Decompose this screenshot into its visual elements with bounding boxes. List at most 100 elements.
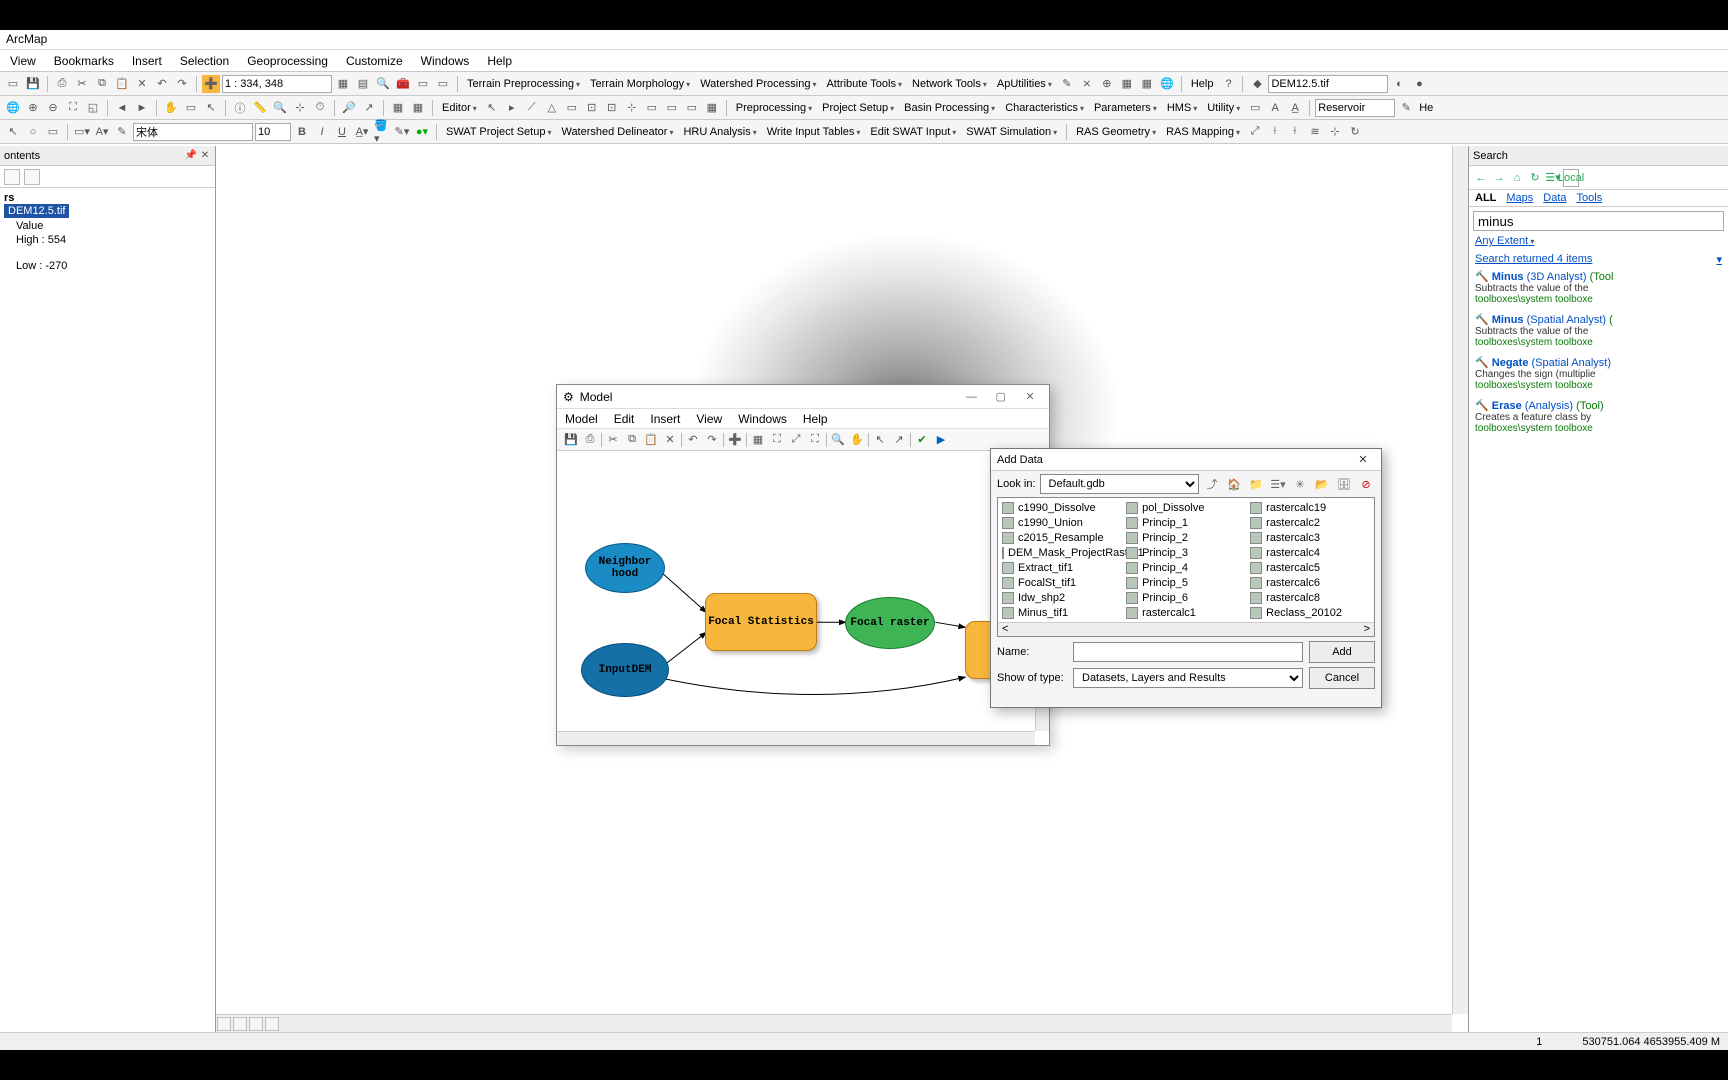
terrain-morphology-menu[interactable]: Terrain Morphology	[586, 78, 694, 90]
pointer-icon[interactable]: ↖	[202, 99, 220, 117]
undo-icon[interactable]: ↶	[153, 75, 171, 93]
node-focal-statistics[interactable]: Focal Statistics	[705, 593, 817, 651]
maximize-icon[interactable]: ▢	[988, 388, 1014, 404]
file-item[interactable]: Princip_4	[1122, 560, 1246, 575]
circle-icon[interactable]: ○	[24, 123, 42, 141]
tool-icon[interactable]: ▦	[1118, 75, 1136, 93]
write-input-tables-menu[interactable]: Write Input Tables	[763, 126, 865, 138]
model-hscroll[interactable]	[557, 731, 1035, 745]
home-icon[interactable]: ⌂	[1509, 170, 1525, 186]
file-item[interactable]: Reclass_20102	[1246, 605, 1370, 620]
auto-layout-icon[interactable]: ▦	[750, 432, 766, 448]
model-menu-windows[interactable]: Windows	[738, 412, 787, 426]
name-input[interactable]	[1073, 642, 1303, 662]
delete-icon[interactable]: ✕	[662, 432, 678, 448]
list-icon[interactable]: ☰▾	[1269, 475, 1287, 493]
pencil-icon[interactable]: ✎	[1397, 99, 1415, 117]
python-icon[interactable]: ▭	[414, 75, 432, 93]
validate-icon[interactable]: ✔	[914, 432, 930, 448]
characteristics-menu[interactable]: Characteristics	[1001, 102, 1088, 114]
paste-icon[interactable]: 📋	[643, 432, 659, 448]
file-item[interactable]: c2015_Resample	[998, 530, 1122, 545]
menu-customize[interactable]: Customize	[346, 54, 403, 68]
file-item[interactable]: c1990_Dissolve	[998, 500, 1122, 515]
edit-icon[interactable]: ▭	[563, 99, 581, 117]
file-item[interactable]: rastercalc6	[1246, 575, 1370, 590]
circle-icon[interactable]: ◐	[1390, 75, 1408, 93]
ras-icon[interactable]: ⤢	[1246, 123, 1264, 141]
watershed-processing-menu[interactable]: Watershed Processing	[696, 78, 820, 90]
ras-geometry-menu[interactable]: RAS Geometry	[1072, 126, 1160, 138]
ras-icon[interactable]: ↻	[1346, 123, 1364, 141]
help-icon[interactable]: ?	[1219, 75, 1237, 93]
run-icon[interactable]: ▶	[933, 432, 949, 448]
ras-icon[interactable]: ≋	[1306, 123, 1324, 141]
project-setup-menu[interactable]: Project Setup	[818, 102, 898, 114]
font-combo[interactable]	[133, 123, 253, 141]
ras-mapping-menu[interactable]: RAS Mapping	[1162, 126, 1244, 138]
tool-icon[interactable]: ▭	[1246, 99, 1264, 117]
layer-combo[interactable]	[1268, 75, 1388, 93]
model-menu-insert[interactable]: Insert	[650, 412, 680, 426]
network-tools-menu[interactable]: Network Tools	[908, 78, 991, 90]
model-menu-model[interactable]: Model	[565, 412, 598, 426]
hms-menu[interactable]: HMS	[1163, 102, 1201, 114]
linecolor-icon[interactable]: ✎▾	[393, 123, 411, 141]
arctoolbox-icon[interactable]: 🧰	[394, 75, 412, 93]
basin-processing-menu[interactable]: Basin Processing	[900, 102, 999, 114]
sort-icon[interactable]: ▾	[1716, 253, 1722, 266]
cancel-button[interactable]: Cancel	[1309, 667, 1375, 689]
zoom-in-icon[interactable]: ⤢	[788, 432, 804, 448]
vertical-scrollbar[interactable]	[1452, 146, 1468, 1014]
edit-tool-icon[interactable]: ↖	[483, 99, 501, 117]
cut-icon[interactable]: ✂	[605, 432, 621, 448]
scope-combo[interactable]: Local	[1563, 169, 1579, 187]
fontsize-combo[interactable]	[255, 123, 291, 141]
show-type-combo[interactable]: Datasets, Layers and Results	[1073, 668, 1303, 688]
refresh-icon[interactable]: ↻	[1527, 170, 1543, 186]
zoom-in-icon[interactable]: ⊕	[24, 99, 42, 117]
menu-view[interactable]: View	[10, 54, 36, 68]
tool-icon[interactable]: A̲	[1286, 99, 1304, 117]
fillcolor-icon[interactable]: 🪣▾	[373, 123, 391, 141]
copy-icon[interactable]: ⧉	[624, 432, 640, 448]
edit-icon[interactable]: ▦	[703, 99, 721, 117]
edit-icon[interactable]: ⊡	[603, 99, 621, 117]
save-icon[interactable]: 💾	[24, 75, 42, 93]
tool-icon[interactable]: A	[1266, 99, 1284, 117]
search-icon[interactable]: 🔍	[374, 75, 392, 93]
search-result[interactable]: 🔨 Erase (Analysis) (Tool)Creates a featu…	[1475, 399, 1722, 434]
zoom-out-icon[interactable]: ⛶	[807, 432, 823, 448]
undo-icon[interactable]: ↶	[685, 432, 701, 448]
globe-icon[interactable]: 🌐	[4, 99, 22, 117]
edit-icon[interactable]: △	[543, 99, 561, 117]
node-focal-raster[interactable]: Focal raster	[845, 597, 935, 649]
editor-menu[interactable]: Editor	[438, 102, 481, 114]
ras-icon[interactable]: ⟊	[1266, 123, 1284, 141]
ras-icon[interactable]: ⊹	[1326, 123, 1344, 141]
list-by-drawing-icon[interactable]	[4, 169, 20, 185]
print-icon[interactable]: ⎙	[582, 432, 598, 448]
menu-selection[interactable]: Selection	[180, 54, 229, 68]
fixed-zoom-icon[interactable]: ◱	[84, 99, 102, 117]
pin-icon[interactable]: 📌	[185, 150, 197, 162]
utility-menu[interactable]: Utility	[1203, 102, 1244, 114]
label-combo[interactable]	[1315, 99, 1395, 117]
folder-icon[interactable]: 📂	[1313, 475, 1331, 493]
zoom-icon[interactable]: 🔍	[830, 432, 846, 448]
select-icon[interactable]: ▭	[182, 99, 200, 117]
pan-icon[interactable]: ✋	[162, 99, 180, 117]
copy-icon[interactable]: ⧉	[93, 75, 111, 93]
results-count[interactable]: Search returned 4 items	[1475, 253, 1592, 266]
bold-icon[interactable]: B	[293, 123, 311, 141]
refresh-icon[interactable]	[249, 1017, 263, 1031]
pan-icon[interactable]: ✋	[849, 432, 865, 448]
file-item[interactable]: rastercalc5	[1246, 560, 1370, 575]
file-item[interactable]: rastercalc8	[1246, 590, 1370, 605]
edit-icon[interactable]: ⟋	[523, 99, 541, 117]
open-icon[interactable]: ▭	[4, 75, 22, 93]
close-icon[interactable]: ✕	[1351, 452, 1375, 468]
lookin-combo[interactable]: Default.gdb	[1040, 474, 1199, 494]
add-data-icon[interactable]: ➕	[202, 75, 220, 93]
file-list[interactable]: c1990_Dissolvec1990_Unionc2015_ResampleD…	[997, 497, 1375, 637]
